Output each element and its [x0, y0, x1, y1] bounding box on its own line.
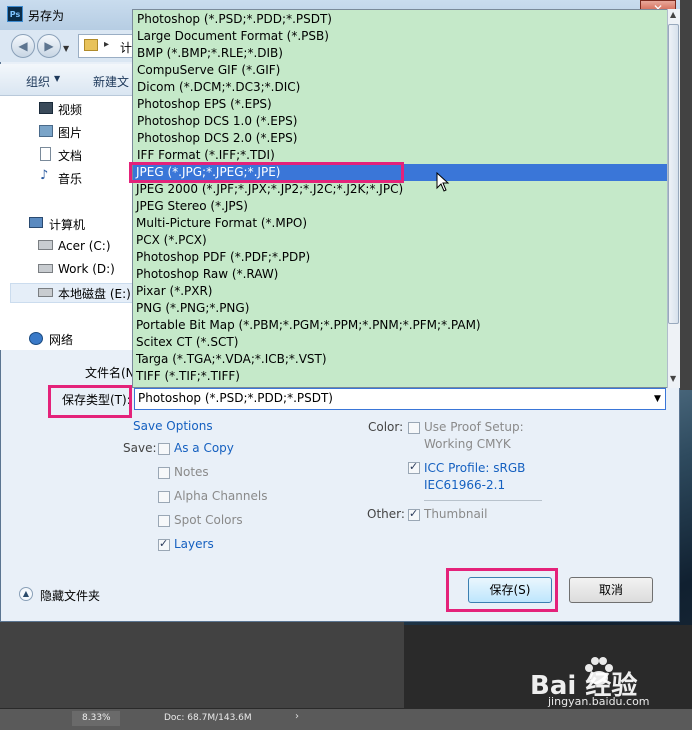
options-divider — [424, 500, 542, 501]
photoshop-app-icon: Ps — [7, 6, 23, 22]
video-icon — [39, 102, 53, 114]
annotation-box-jpeg-option — [129, 162, 404, 183]
use-proof-setup-label: Use Proof Setup: — [424, 420, 524, 434]
network-icon — [29, 332, 43, 345]
hide-folders-link[interactable]: 隐藏文件夹 — [40, 587, 100, 604]
file-type-option[interactable]: Portable Bit Map (*.PBM;*.PGM;*.PPM;*.PN… — [136, 317, 481, 334]
mouse-pointer-icon — [436, 172, 450, 192]
baidu-watermark-url: jingyan.baidu.com — [548, 695, 650, 708]
as-a-copy-checkbox[interactable] — [158, 443, 170, 455]
annotation-box-save-button — [446, 568, 558, 612]
forward-button[interactable]: ▶ — [37, 34, 61, 58]
thumbnail-label: Thumbnail — [424, 507, 488, 521]
sidebar-item-pictures[interactable]: 图片 — [58, 124, 82, 141]
alpha-channels-label: Alpha Channels — [174, 489, 268, 503]
working-cmyk-label: Working CMYK — [424, 437, 511, 451]
file-type-option[interactable]: Multi-Picture Format (*.MPO) — [136, 215, 307, 232]
sidebar-item-drive-c[interactable]: Acer (C:) — [58, 239, 111, 253]
organize-button[interactable]: 组织 — [26, 73, 50, 90]
use-proof-setup-checkbox[interactable] — [408, 422, 420, 434]
thumbnail-checkbox[interactable] — [408, 507, 420, 521]
dialog-title: 另存为 — [28, 9, 65, 23]
color-label: Color: — [368, 420, 404, 434]
notes-label: Notes — [174, 465, 209, 479]
file-type-option[interactable]: PCX (*.PCX) — [136, 232, 207, 249]
sidebar-item-videos[interactable]: 视频 — [58, 101, 82, 118]
spot-colors-label: Spot Colors — [174, 513, 243, 527]
file-type-option[interactable]: CompuServe GIF (*.GIF) — [137, 62, 280, 79]
savetype-dropdown-arrow-icon[interactable]: ▼ — [654, 394, 661, 404]
status-menu-arrow-icon[interactable]: › — [295, 711, 299, 722]
save-options-heading: Save Options — [133, 419, 213, 433]
computer-icon — [29, 217, 43, 228]
music-icon: ♪ — [40, 168, 49, 183]
documents-icon — [40, 147, 51, 161]
file-type-option[interactable]: Scitex CT (*.SCT) — [136, 334, 238, 351]
scroll-up-arrow-icon[interactable]: ▲ — [670, 10, 676, 19]
icc-profile-label[interactable]: ICC Profile: sRGB — [424, 461, 525, 475]
file-type-option[interactable]: Targa (*.TGA;*.VDA;*.ICB;*.VST) — [136, 351, 327, 368]
sidebar-item-music[interactable]: 音乐 — [58, 170, 82, 187]
spot-colors-checkbox[interactable] — [158, 515, 170, 527]
icc-profile-checkbox[interactable] — [408, 460, 420, 474]
icc-profile-name: IEC61966-2.1 — [424, 478, 506, 492]
cancel-button[interactable]: 取消 — [569, 577, 653, 603]
organize-dropdown-icon[interactable]: ▼ — [54, 74, 60, 83]
annotation-box-savetype-label — [48, 385, 132, 418]
file-type-option[interactable]: TIFF (*.TIF;*.TIFF) — [136, 368, 240, 385]
drive-e-icon — [38, 288, 53, 297]
file-type-option[interactable]: Photoshop DCS 2.0 (*.EPS) — [137, 130, 297, 147]
file-type-option[interactable]: Photoshop EPS (*.EPS) — [137, 96, 272, 113]
notes-checkbox[interactable] — [158, 467, 170, 479]
file-type-option[interactable]: Photoshop (*.PSD;*.PDD;*.PSDT) — [137, 11, 332, 28]
file-type-option[interactable]: Photoshop DCS 1.0 (*.EPS) — [137, 113, 297, 130]
sidebar-item-drive-e[interactable]: 本地磁盘 (E:) — [58, 285, 131, 302]
zoom-level-field[interactable]: 8.33% — [72, 711, 120, 726]
drive-c-icon — [38, 240, 53, 250]
layers-label[interactable]: Layers — [174, 537, 214, 551]
drive-d-icon — [38, 264, 53, 273]
file-type-option[interactable]: JPEG 2000 (*.JPF;*.JPX;*.JP2;*.J2C;*.J2K… — [136, 181, 403, 198]
sidebar-item-documents[interactable]: 文档 — [58, 147, 82, 164]
sidebar-item-computer[interactable]: 计算机 — [49, 216, 85, 233]
file-type-option[interactable]: PNG (*.PNG;*.PNG) — [136, 300, 249, 317]
sidebar-item-drive-d[interactable]: Work (D:) — [58, 262, 115, 276]
folder-icon — [84, 39, 98, 51]
document-size-info: Doc: 68.7M/143.6M — [164, 713, 252, 723]
file-type-option[interactable]: JPEG Stereo (*.JPS) — [136, 198, 248, 215]
savetype-selected-value[interactable]: Photoshop (*.PSD;*.PDD;*.PSDT) — [138, 391, 333, 405]
recent-locations-dropdown-icon[interactable]: ▼ — [63, 44, 69, 53]
other-label: Other: — [367, 507, 405, 521]
hide-folders-chevron-icon[interactable]: ▲ — [19, 587, 33, 601]
file-type-option[interactable]: Pixar (*.PXR) — [136, 283, 212, 300]
list-scrollbar-thumb[interactable] — [668, 24, 679, 324]
back-button[interactable]: ◀ — [11, 34, 35, 58]
pictures-icon — [39, 125, 53, 137]
save-label: Save: — [123, 441, 157, 455]
breadcrumb-arrow-icon[interactable]: ▸ — [104, 39, 109, 50]
file-type-option[interactable]: BMP (*.BMP;*.RLE;*.DIB) — [137, 45, 283, 62]
file-type-option[interactable]: Dicom (*.DCM;*.DC3;*.DIC) — [137, 79, 300, 96]
new-folder-button[interactable]: 新建文 — [93, 73, 129, 90]
scroll-down-arrow-icon[interactable]: ▼ — [670, 374, 676, 383]
layers-checkbox[interactable] — [158, 537, 170, 551]
file-type-option[interactable]: Large Document Format (*.PSB) — [137, 28, 329, 45]
address-breadcrumb[interactable]: 计 — [120, 39, 132, 56]
alpha-channels-checkbox[interactable] — [158, 491, 170, 503]
sidebar-item-network[interactable]: 网络 — [49, 331, 73, 348]
as-a-copy-label[interactable]: As a Copy — [174, 441, 234, 455]
file-type-option[interactable]: Photoshop Raw (*.RAW) — [136, 266, 278, 283]
file-type-option[interactable]: Photoshop PDF (*.PDF;*.PDP) — [136, 249, 310, 266]
